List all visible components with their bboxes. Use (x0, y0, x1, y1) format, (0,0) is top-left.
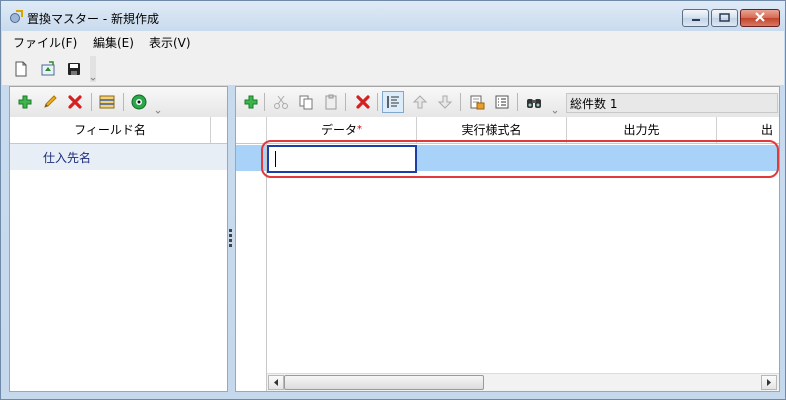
maximize-button[interactable] (711, 9, 738, 27)
column-header-label: データ (320, 123, 357, 137)
scroll-thumb[interactable] (284, 375, 484, 390)
cut-icon[interactable] (273, 94, 289, 110)
column-header-label: 出力先 (623, 123, 660, 137)
field-panel: フィールド名 仕入先名 (9, 86, 228, 392)
data-toolbar: 総件数 1 (236, 87, 779, 118)
delete-icon[interactable] (355, 94, 371, 110)
open-file-icon[interactable] (40, 61, 56, 77)
panel-splitter[interactable] (229, 229, 232, 249)
eye-icon[interactable] (131, 94, 147, 110)
data-panel: 総件数 1 データ* 実行様式名 出力先 出力 (235, 86, 780, 392)
new-file-icon[interactable] (13, 61, 29, 77)
scroll-right-button[interactable] (761, 375, 777, 390)
add-icon[interactable] (17, 94, 33, 110)
toolbar-grip-icon (90, 56, 96, 82)
add-icon[interactable] (243, 94, 259, 110)
field-name-label: 仕入先名 (43, 151, 92, 165)
toolbar-separator (345, 93, 346, 111)
column-header-label: フィールド名 (74, 123, 146, 137)
menu-file[interactable]: ファイル(F) (13, 34, 77, 51)
app-icon (10, 10, 23, 23)
move-down-icon[interactable] (437, 94, 453, 110)
chevron-left-icon (274, 379, 278, 386)
toolbar-grip-icon (552, 110, 558, 114)
horizontal-scrollbar[interactable] (267, 373, 779, 391)
edit-pencil-icon[interactable] (42, 94, 58, 110)
chevron-right-icon (767, 379, 771, 386)
main-toolbar (2, 53, 784, 85)
column-header-label: 実行様式名 (461, 123, 522, 137)
list-icon[interactable] (494, 94, 510, 110)
toolbar-grip-icon (155, 110, 161, 114)
minimize-button[interactable] (682, 9, 709, 27)
highlight-annotation (261, 140, 779, 178)
delete-icon[interactable] (67, 94, 83, 110)
scroll-left-button[interactable] (268, 375, 284, 390)
toolbar-separator (517, 93, 518, 111)
column-header-field-name[interactable]: フィールド名 (10, 117, 211, 143)
copy-icon[interactable] (298, 94, 314, 110)
minimize-icon (692, 19, 700, 21)
find-icon[interactable] (526, 94, 542, 110)
auto-number-toggle[interactable] (382, 91, 404, 113)
close-icon (755, 12, 765, 22)
maximize-icon (719, 13, 730, 22)
required-marker: * (357, 124, 362, 135)
export-icon[interactable] (469, 94, 485, 110)
menu-view[interactable]: 表示(V) (149, 34, 191, 51)
title-bar: 置換マスター - 新規作成 (1, 1, 785, 31)
table-icon[interactable] (99, 94, 115, 110)
paste-icon[interactable] (323, 94, 339, 110)
row-header-corner (236, 117, 267, 143)
total-count: 総件数 1 (566, 93, 778, 113)
move-up-icon[interactable] (412, 94, 428, 110)
auto-number-icon (387, 96, 399, 108)
toolbar-separator (91, 93, 92, 111)
toolbar-separator (123, 93, 124, 111)
close-button[interactable] (740, 9, 780, 27)
list-item[interactable]: 仕入先名 (10, 144, 227, 170)
field-toolbar (10, 87, 227, 118)
menu-edit[interactable]: 編集(E) (93, 34, 134, 51)
window-title: 置換マスター - 新規作成 (27, 12, 159, 26)
toolbar-separator (460, 93, 461, 111)
menu-bar: ファイル(F) 編集(E) 表示(V) (2, 31, 784, 53)
row-header-column (236, 144, 267, 391)
field-grid-header: フィールド名 (10, 117, 227, 144)
main-window: 置換マスター - 新規作成 ファイル(F) 編集(E) 表示(V) フィールド名… (0, 0, 786, 400)
toolbar-separator (377, 93, 378, 111)
save-icon[interactable] (66, 61, 82, 77)
toolbar-separator (264, 93, 265, 111)
